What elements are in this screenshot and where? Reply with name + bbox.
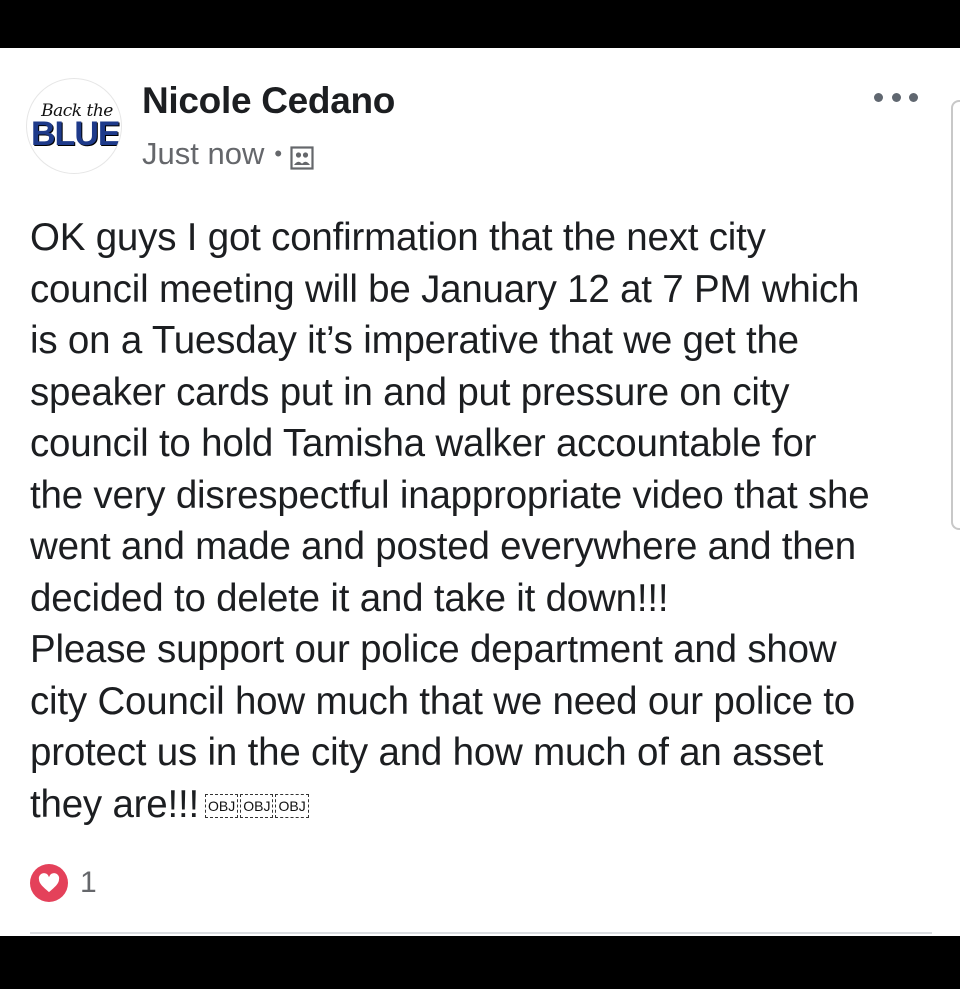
post-card: Back the BLUE Nicole Cedano Just now • O… — [0, 48, 960, 936]
more-options-icon[interactable] — [874, 88, 918, 106]
post-line-last: they are!!! OBJ OBJ OBJ — [30, 779, 940, 831]
object-placeholder-icon: OBJ — [275, 794, 309, 819]
friends-icon[interactable] — [290, 142, 314, 170]
divider — [30, 932, 932, 934]
meta-separator: • — [274, 141, 283, 166]
object-placeholder-icon: OBJ — [205, 794, 239, 819]
post-line: Please support our police department and… — [30, 628, 837, 671]
reaction-count: 1 — [80, 866, 97, 899]
post-line: decided to delete it and take it down!!! — [30, 576, 669, 620]
reactions-summary[interactable]: 1 — [30, 864, 97, 902]
post-line: OK guys I got confirmation that the next… — [30, 216, 766, 259]
post-line: is on a Tuesday it’s imperative that we … — [30, 319, 799, 362]
post-line: city Council how much that we need our p… — [30, 679, 856, 723]
post-line: speaker cards put in and put pressure on… — [30, 370, 790, 414]
avatar-logo-text-main: BLUE — [31, 115, 121, 153]
post-line: council meeting will be January 12 at 7 … — [30, 267, 860, 311]
avatar[interactable]: Back the BLUE — [26, 78, 122, 174]
post-line: council to hold Tamisha walker accountab… — [30, 422, 817, 465]
bottom-black-bar — [0, 936, 960, 989]
object-placeholder-icon: OBJ — [240, 794, 274, 819]
post-line: the very disrespectful inappropriate vid… — [30, 473, 870, 517]
top-black-bar — [0, 0, 960, 48]
timestamp[interactable]: Just now — [142, 136, 264, 172]
post-line: protect us in the city and how much of a… — [30, 731, 824, 774]
post-text: OK guys I got confirmation that the next… — [30, 212, 940, 830]
author-name[interactable]: Nicole Cedano — [142, 80, 395, 122]
post-line: went and made and posted everywhere and … — [30, 525, 856, 568]
emoji-placeholders: OBJ OBJ OBJ — [205, 794, 311, 819]
post-line: they are!!! — [30, 782, 200, 826]
scrollbar[interactable] — [951, 100, 960, 530]
heart-reaction-icon — [30, 864, 68, 902]
post-meta: Just now • — [142, 136, 314, 172]
